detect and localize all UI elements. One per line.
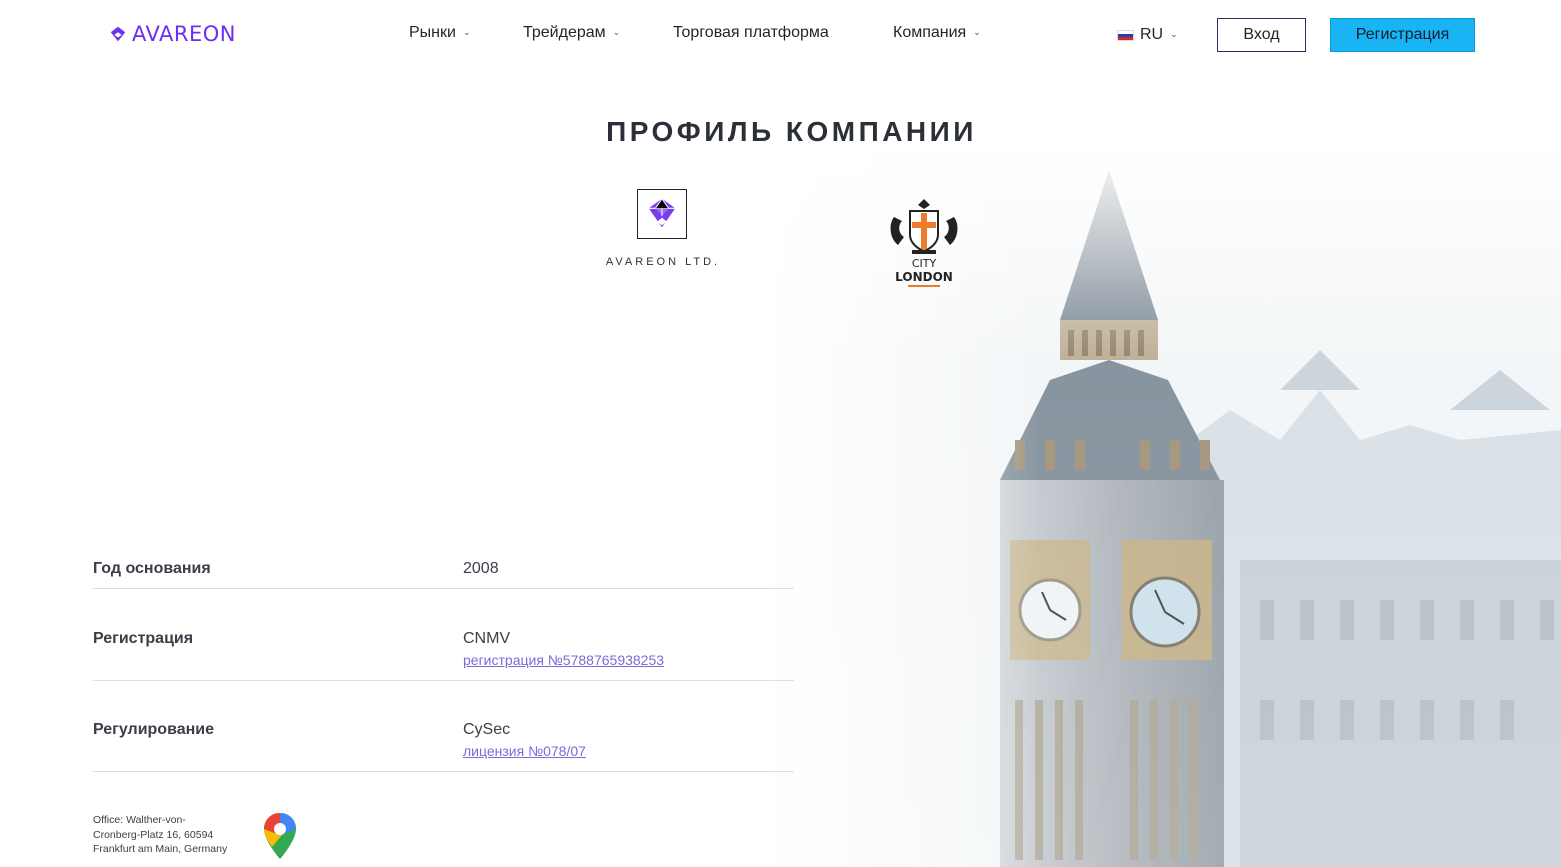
avareon-emblem-icon — [648, 197, 676, 228]
table-row-regulation: Регулирование CySec лицензия №078/07 — [93, 681, 794, 772]
row-label: Год основания — [93, 560, 211, 577]
row-value: CySec — [463, 721, 511, 738]
nav-item-label: Торговая платформа — [673, 24, 829, 41]
nav-item-markets[interactable]: Рынки ⌄ — [409, 24, 471, 42]
address-line: Cronberg-Platz 16, 60594 — [93, 828, 214, 841]
table-row-founded: Год основания 2008 — [93, 546, 794, 589]
chevron-down-icon: ⌄ — [973, 26, 981, 37]
brand-logo[interactable]: AVAREON — [109, 22, 236, 46]
page-title: ПРОФИЛЬ КОМПАНИИ — [606, 116, 977, 147]
address-line: Frankfurt am Main, Germany — [93, 843, 228, 855]
russia-flag-icon — [1117, 29, 1134, 41]
background-big-ben-image — [760, 140, 1561, 867]
avareon-logo-icon — [110, 26, 126, 42]
google-maps-pin-icon[interactable] — [262, 811, 298, 861]
row-value: 2008 — [463, 560, 499, 577]
nav-item-label: Компания — [893, 24, 967, 41]
login-button[interactable]: Вход — [1217, 18, 1306, 52]
company-profile-table: Год основания 2008 Регистрация CNMV реги… — [93, 546, 794, 772]
language-code: RU — [1140, 26, 1164, 43]
registration-link[interactable]: регистрация №5788765938253 — [463, 652, 664, 668]
row-value: CNMV — [463, 630, 511, 647]
company-logo-caption: AVAREON LTD. — [605, 256, 721, 268]
nav-item-label: Трейдерам — [523, 24, 606, 41]
nav-item-traders[interactable]: Трейдерам ⌄ — [523, 24, 620, 42]
table-row-registration: Регистрация CNMV регистрация №5788765938… — [93, 589, 794, 681]
address-line: Office: Walther-von- — [93, 814, 186, 826]
chevron-down-icon: ⌄ — [612, 26, 621, 37]
nav-item-trading-platform[interactable]: Торговая платформа — [673, 24, 829, 42]
row-label: Регистрация — [93, 630, 194, 647]
chevron-down-icon: ⌄ — [1170, 28, 1178, 39]
crest-line-city: CITY — [912, 257, 937, 270]
office-address: Office: Walther-von- Cronberg-Platz 16, … — [93, 813, 253, 857]
license-link[interactable]: лицензия №078/07 — [463, 743, 586, 759]
nav-item-label: Рынки — [409, 24, 456, 41]
brand-name: AVAREON — [132, 22, 237, 46]
row-label: Регулирование — [93, 721, 214, 738]
language-selector[interactable]: RU ⌄ — [1117, 26, 1178, 44]
chevron-down-icon: ⌄ — [462, 26, 471, 37]
nav-item-company[interactable]: Компания ⌄ — [893, 24, 981, 42]
crest-line-london: LONDON — [895, 270, 953, 284]
company-logo — [637, 189, 687, 239]
register-button[interactable]: Регистрация — [1330, 18, 1475, 52]
site-header: AVAREON Рынки ⌄ Трейдерам ⌄ Торговая пла… — [0, 0, 1561, 70]
city-of-london-crest: CITY LONDON — [886, 195, 962, 291]
city-of-london-crest-icon: CITY LONDON — [890, 199, 958, 287]
